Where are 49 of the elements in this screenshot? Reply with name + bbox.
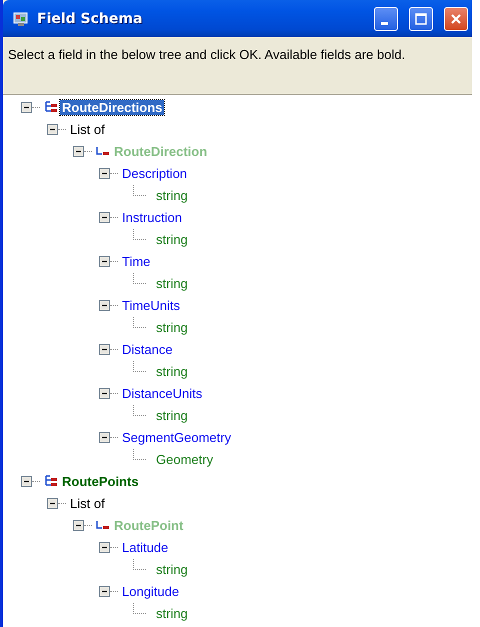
tree-node-label[interactable]: Latitude bbox=[120, 540, 170, 554]
maximize-button[interactable] bbox=[409, 6, 433, 30]
tree-node-label[interactable]: Distance bbox=[120, 342, 175, 356]
close-icon bbox=[450, 12, 462, 24]
tree-node-label[interactable]: TimeUnits bbox=[120, 298, 182, 312]
collapse-toggle[interactable] bbox=[21, 476, 32, 486]
tree-node-label[interactable]: string bbox=[154, 188, 190, 202]
tree-node-label[interactable]: RouteDirections bbox=[60, 100, 164, 114]
tree-node-label[interactable]: Instruction bbox=[120, 210, 184, 224]
collapse-toggle[interactable] bbox=[73, 146, 84, 156]
tree-node-label[interactable]: RoutePoints bbox=[60, 474, 141, 488]
collapse-toggle[interactable] bbox=[99, 256, 110, 266]
collapse-toggle[interactable] bbox=[99, 212, 110, 222]
close-button[interactable] bbox=[444, 6, 468, 30]
collapse-toggle[interactable] bbox=[73, 520, 84, 530]
tree-node-label[interactable]: List of bbox=[68, 122, 107, 136]
hierarchy-icon bbox=[44, 475, 58, 487]
hierarchy-icon bbox=[44, 101, 58, 113]
window-title: Field Schema bbox=[37, 10, 144, 26]
collapse-toggle[interactable] bbox=[99, 388, 110, 398]
tree-node-label[interactable]: Description bbox=[120, 166, 190, 180]
app-icon bbox=[13, 10, 29, 26]
tree-node-label[interactable]: string bbox=[154, 276, 190, 290]
tree-node-label[interactable]: Longitude bbox=[120, 584, 182, 598]
tree-node-label[interactable]: SegmentGeometry bbox=[120, 430, 234, 444]
collapse-toggle[interactable] bbox=[99, 168, 110, 178]
tree-node-label[interactable]: List of bbox=[68, 496, 107, 510]
tree-node-label[interactable]: string bbox=[154, 320, 190, 334]
element-icon bbox=[96, 520, 110, 530]
tree-node-label[interactable]: string bbox=[154, 562, 190, 576]
collapse-toggle[interactable] bbox=[99, 300, 110, 310]
tree-node-label[interactable]: DistanceUnits bbox=[120, 386, 204, 400]
maximize-icon bbox=[415, 12, 427, 24]
collapse-toggle[interactable] bbox=[99, 432, 110, 442]
collapse-toggle[interactable] bbox=[99, 542, 110, 552]
collapse-toggle[interactable] bbox=[47, 124, 58, 134]
collapse-toggle[interactable] bbox=[21, 102, 32, 112]
element-icon bbox=[96, 146, 110, 156]
tree-node-label[interactable]: Geometry bbox=[154, 452, 216, 466]
collapse-toggle[interactable] bbox=[47, 498, 58, 508]
minimize-button[interactable] bbox=[374, 6, 398, 30]
tree-node-label[interactable]: string bbox=[154, 364, 190, 378]
tree-node-label[interactable]: Time bbox=[120, 254, 152, 268]
tree-node-label[interactable]: string bbox=[154, 408, 190, 422]
tree-node-label[interactable]: string bbox=[154, 232, 190, 246]
collapse-toggle[interactable] bbox=[99, 586, 110, 596]
minimize-icon bbox=[380, 22, 388, 25]
tree-node-label[interactable]: string bbox=[154, 606, 190, 620]
collapse-toggle[interactable] bbox=[99, 344, 110, 354]
